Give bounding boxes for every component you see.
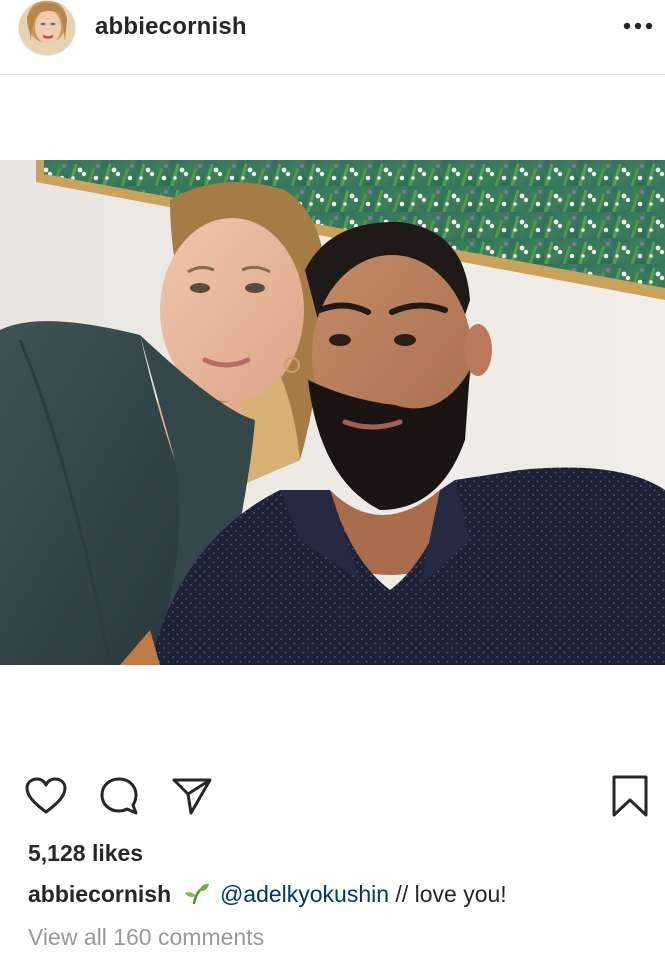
- seedling-icon: [184, 883, 209, 904]
- paper-plane-icon: [172, 778, 212, 815]
- bookmark-icon: [612, 775, 648, 817]
- profile-photo: [19, 1, 75, 55]
- post-image[interactable]: [0, 160, 665, 665]
- more-horizontal-icon: [623, 22, 653, 30]
- caption-text: // love you!: [389, 881, 507, 907]
- caption-username[interactable]: abbiecornish: [28, 881, 171, 907]
- view-comments-link[interactable]: View all 160 comments: [28, 924, 264, 951]
- instagram-post: abbiecornish 5,128 likes abbiecornish @a…: [0, 0, 665, 960]
- heart-icon: [25, 777, 67, 814]
- caption-mention[interactable]: @adelkyokushin: [220, 881, 389, 907]
- share-button[interactable]: [170, 774, 214, 818]
- post-caption: abbiecornish @adelkyokushin // love you!: [28, 881, 648, 908]
- likes-count[interactable]: 5,128 likes: [28, 840, 143, 867]
- post-author-username[interactable]: abbiecornish: [95, 13, 247, 41]
- save-button[interactable]: [608, 774, 652, 818]
- post-photo: [0, 160, 665, 665]
- comment-icon: [100, 777, 138, 815]
- action-bar: [0, 770, 665, 820]
- comment-button[interactable]: [97, 774, 141, 818]
- avatar[interactable]: [18, 0, 76, 56]
- more-options-button[interactable]: [622, 14, 654, 38]
- like-button[interactable]: [24, 774, 68, 818]
- post-header: abbiecornish: [0, 0, 665, 75]
